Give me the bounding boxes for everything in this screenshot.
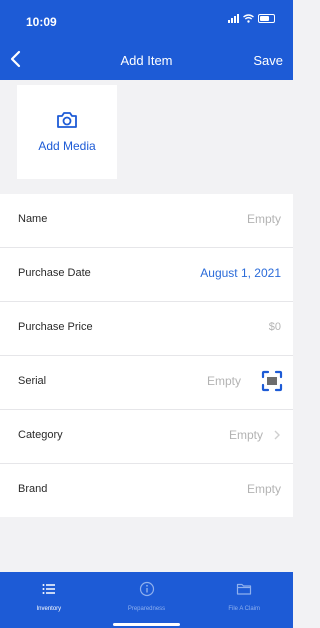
status-time: 10:09 bbox=[26, 15, 57, 29]
tab-file-a-claim[interactable]: File A Claim bbox=[195, 572, 293, 628]
field-brand[interactable]: Brand Empty bbox=[0, 464, 293, 517]
list-icon bbox=[42, 584, 55, 594]
add-media-button[interactable]: Add Media bbox=[17, 85, 117, 179]
field-label: Brand bbox=[18, 483, 48, 495]
item-fields-list: Name Empty Purchase Date August 1, 2021 … bbox=[0, 194, 293, 517]
field-label: Purchase Date bbox=[18, 267, 91, 279]
info-icon bbox=[139, 581, 154, 597]
folder-icon bbox=[237, 583, 252, 595]
header-bar: 10:09 Add Item Save bbox=[0, 0, 293, 80]
field-serial[interactable]: Serial Empty bbox=[0, 356, 293, 410]
field-purchase-price[interactable]: Purchase Price $0 bbox=[0, 302, 293, 356]
signal-icon bbox=[228, 14, 239, 23]
battery-icon bbox=[258, 14, 275, 23]
wifi-icon bbox=[243, 14, 254, 23]
field-value: August 1, 2021 bbox=[200, 266, 281, 280]
field-label: Name bbox=[18, 213, 48, 225]
camera-icon bbox=[57, 112, 77, 128]
add-media-label: Add Media bbox=[38, 139, 96, 153]
status-icons bbox=[228, 14, 275, 23]
tab-label: Inventory bbox=[36, 606, 62, 612]
tab-label: Preparedness bbox=[127, 606, 166, 612]
home-indicator bbox=[113, 623, 180, 626]
tab-label: File A Claim bbox=[228, 606, 261, 612]
field-value: Empty bbox=[206, 374, 241, 388]
tab-bar: Inventory Preparedness File A Claim bbox=[0, 572, 293, 628]
tab-preparedness[interactable]: Preparedness bbox=[98, 572, 196, 628]
field-value: $0 bbox=[268, 321, 281, 333]
field-name[interactable]: Name Empty bbox=[0, 194, 293, 248]
field-value: Empty bbox=[246, 212, 281, 226]
chevron-right-icon bbox=[274, 430, 280, 440]
field-value: Empty bbox=[228, 428, 263, 442]
field-category[interactable]: Category Empty bbox=[0, 410, 293, 464]
field-label: Serial bbox=[18, 375, 47, 387]
tab-inventory[interactable]: Inventory bbox=[0, 572, 98, 628]
page-title: Add Item bbox=[120, 53, 173, 68]
field-value: Empty bbox=[246, 482, 281, 496]
field-purchase-date[interactable]: Purchase Date August 1, 2021 bbox=[0, 248, 293, 302]
field-label: Purchase Price bbox=[18, 321, 93, 333]
barcode-scan-icon[interactable] bbox=[261, 370, 283, 392]
field-label: Category bbox=[18, 429, 63, 441]
save-button[interactable]: Save bbox=[253, 53, 283, 68]
